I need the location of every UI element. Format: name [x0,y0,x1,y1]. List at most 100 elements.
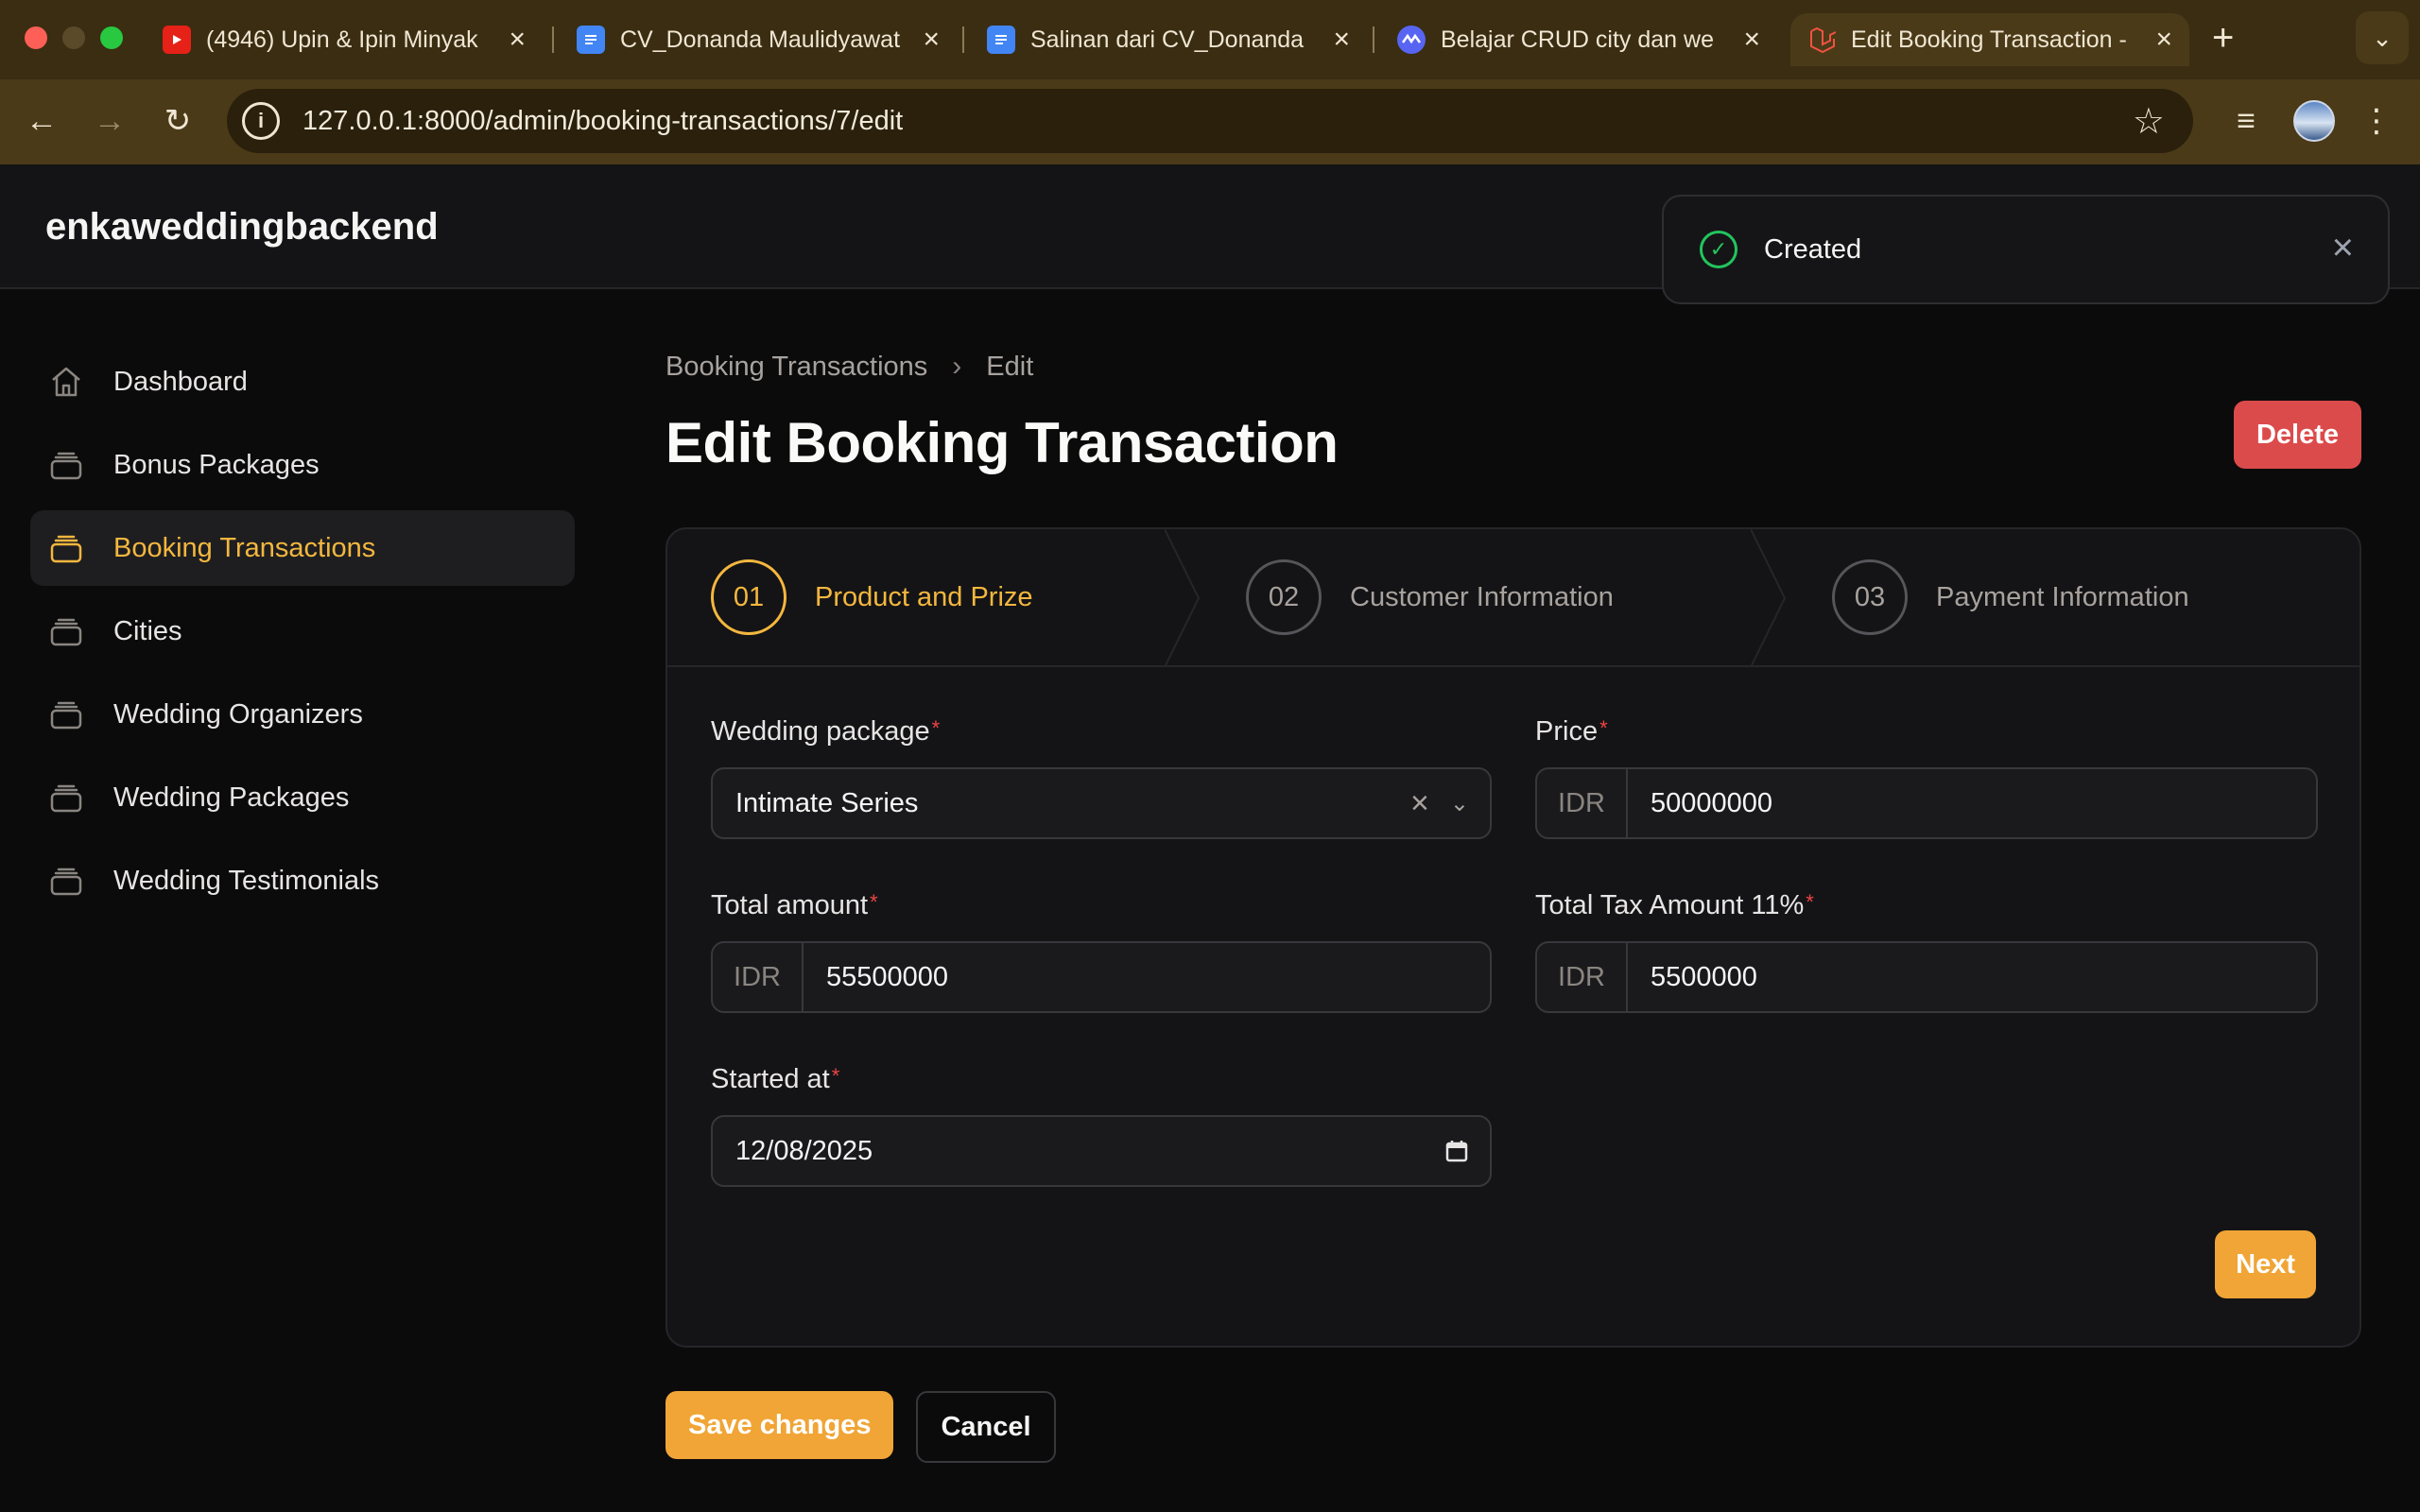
sidebar-item-dashboard[interactable]: Dashboard [30,344,575,420]
breadcrumb: Booking Transactions › Edit [666,344,2361,389]
browser-tab-1[interactable]: (4946) Upin & Ipin Minyak × [146,13,543,66]
back-icon[interactable]: ← [19,98,64,144]
browser-tab-3[interactable]: Salinan dari CV_Donanda × [970,13,1367,66]
profile-avatar[interactable] [2288,98,2341,144]
stack-icon [50,452,82,480]
sidebar-item-bonus-packages[interactable]: Bonus Packages [30,427,575,503]
wizard-step-product[interactable]: 01 Product and Prize [711,529,1033,665]
price-label: Price* [1535,716,1608,747]
toast-message: Created [1764,233,1862,265]
browser-tab-4[interactable]: Belajar CRUD city dan we × [1380,13,1777,66]
calendar-icon[interactable] [1444,1139,1469,1163]
close-tab-icon[interactable]: × [2155,24,2172,56]
total-amount-field[interactable]: IDR 55500000 [711,941,1492,1013]
step-number: 02 [1246,559,1322,635]
wedding-package-select[interactable]: Intimate Series × ⌄ [711,767,1492,839]
brand-logo[interactable]: enkaweddingbackend [45,206,439,249]
toast-notification: ✓ Created × [1662,195,2390,304]
sidebar-item-label: Dashboard [113,366,248,397]
currency-prefix: IDR [1537,769,1628,837]
sidebar-item-wedding-organizers[interactable]: Wedding Organizers [30,677,575,752]
browser-tab-5[interactable]: Edit Booking Transaction - × [1790,13,2189,66]
sidebar-item-wedding-packages[interactable]: Wedding Packages [30,760,575,835]
close-icon[interactable]: × [2332,229,2354,266]
wizard-card: 01 Product and Prize 02 Customer Informa… [666,527,2361,1348]
started-at-value: 12/08/2025 [735,1135,873,1166]
sidebar-item-label: Cities [113,615,182,646]
close-tab-icon[interactable]: × [509,24,526,56]
clear-icon[interactable]: × [1410,785,1429,822]
currency-prefix: IDR [1537,943,1628,1011]
main-content: Booking Transactions › Edit Edit Booking… [666,344,2361,1463]
laravel-icon [1807,26,1836,54]
step-label: Payment Information [1936,581,2189,612]
breadcrumb-link[interactable]: Booking Transactions [666,352,927,383]
tab-title: Belajar CRUD city dan we [1441,26,1714,53]
address-bar[interactable]: i 127.0.0.1:8000/admin/booking-transacti… [227,89,2193,153]
check-circle-icon: ✓ [1700,231,1737,268]
cancel-button[interactable]: Cancel [916,1391,1056,1463]
browser-toolbar: ← → ↻ i 127.0.0.1:8000/admin/booking-tra… [0,79,2420,164]
close-tab-icon[interactable]: × [1743,24,1760,56]
wizard-step-customer[interactable]: 02 Customer Information [1246,529,1614,665]
step-label: Customer Information [1350,581,1614,612]
youtube-icon [163,26,191,54]
url-text: 127.0.0.1:8000/admin/booking-transaction… [302,105,904,136]
tab-title: CV_Donanda Maulidyawat [620,26,901,53]
docs-icon [577,26,605,54]
sidebar-item-label: Wedding Testimonials [113,865,380,896]
total-tax-value: 5500000 [1651,961,1757,992]
site-info-icon[interactable]: i [242,102,280,140]
forward-icon[interactable]: → [87,98,132,144]
wedding-package-label: Wedding package* [711,716,941,747]
close-tab-icon[interactable]: × [1333,24,1350,56]
sidebar-item-label: Wedding Packages [113,782,350,813]
step-divider-icon [1165,529,1201,667]
stack-icon [50,701,82,730]
media-controls-icon[interactable]: ≡ [2220,98,2273,144]
page-title: Edit Booking Transaction [666,411,1339,474]
step-divider-icon [1751,529,1787,667]
browser-menu-icon[interactable]: ⋮ [2354,98,2399,144]
window-close-button[interactable] [25,26,47,49]
save-changes-button[interactable]: Save changes [666,1391,894,1459]
stack-icon [50,868,82,896]
total-amount-label: Total amount* [711,890,878,920]
browser-tab-bar: (4946) Upin & Ipin Minyak × CV_Donanda M… [0,0,2420,79]
stack-icon [50,618,82,646]
sidebar-item-label: Bonus Packages [113,449,320,480]
home-icon [52,367,80,397]
step-number: 03 [1832,559,1908,635]
site-icon [1397,26,1426,54]
sidebar-item-cities[interactable]: Cities [30,593,575,669]
next-button[interactable]: Next [2215,1230,2316,1298]
sidebar-item-booking-transactions[interactable]: Booking Transactions [30,510,575,586]
sidebar-item-label: Booking Transactions [113,532,376,563]
new-tab-icon[interactable]: + [2212,17,2234,60]
close-tab-icon[interactable]: × [923,24,940,56]
sidebar: Dashboard Bonus Packages Booking Transac… [30,344,575,926]
chevron-down-icon[interactable]: ⌄ [1450,790,1469,817]
total-tax-label: Total Tax Amount 11%* [1535,890,1814,920]
tab-search-icon[interactable]: ⌄ [2356,11,2409,64]
sidebar-item-wedding-testimonials[interactable]: Wedding Testimonials [30,843,575,919]
step-label: Product and Prize [815,581,1033,612]
step-number: 01 [711,559,786,635]
bookmark-star-icon[interactable]: ☆ [2133,100,2165,143]
delete-button[interactable]: Delete [2233,401,2361,469]
browser-tab-2[interactable]: CV_Donanda Maulidyawat × [560,13,957,66]
reload-icon[interactable]: ↻ [155,98,200,144]
docs-icon [987,26,1015,54]
price-field[interactable]: IDR 50000000 [1535,767,2318,839]
sidebar-item-label: Wedding Organizers [113,698,363,730]
wizard-step-payment[interactable]: 03 Payment Information [1832,529,2189,665]
total-tax-field[interactable]: IDR 5500000 [1535,941,2318,1013]
stack-icon [50,535,82,563]
wedding-package-value: Intimate Series [735,787,919,818]
window-minimize-button[interactable] [62,26,85,49]
form-actions: Save changes Cancel [666,1391,1056,1463]
tab-title: (4946) Upin & Ipin Minyak [206,26,478,53]
started-at-date-field[interactable]: 12/08/2025 [711,1115,1492,1187]
currency-prefix: IDR [713,943,804,1011]
window-zoom-button[interactable] [100,26,123,49]
